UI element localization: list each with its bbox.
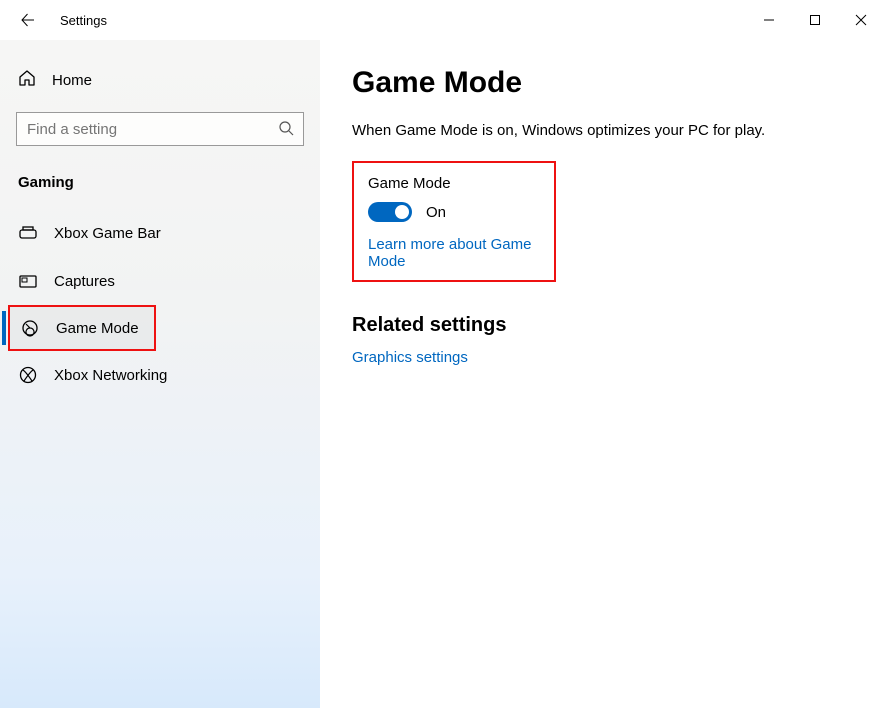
titlebar: Settings xyxy=(0,0,884,40)
home-label: Home xyxy=(52,72,92,89)
search-icon xyxy=(278,120,294,141)
close-button[interactable] xyxy=(838,4,884,36)
game-mode-label: Game Mode xyxy=(368,175,540,192)
sidebar-item-label: Xbox Game Bar xyxy=(54,225,161,242)
window-title: Settings xyxy=(60,13,107,28)
graphics-settings-link[interactable]: Graphics settings xyxy=(352,349,852,366)
close-icon xyxy=(855,14,867,26)
sidebar-item-label: Xbox Networking xyxy=(54,367,167,384)
game-mode-icon xyxy=(20,318,40,338)
search-container xyxy=(16,112,304,146)
category-heading: Gaming xyxy=(0,164,320,209)
window-controls xyxy=(746,4,884,36)
maximize-button[interactable] xyxy=(792,4,838,36)
page-title: Game Mode xyxy=(352,66,852,100)
back-button[interactable] xyxy=(16,8,40,32)
learn-more-link[interactable]: Learn more about Game Mode xyxy=(368,236,540,270)
highlight-game-mode-nav: Game Mode xyxy=(8,305,156,351)
home-icon xyxy=(18,69,36,92)
sidebar-item-xbox-game-bar[interactable]: Xbox Game Bar xyxy=(0,209,320,257)
game-mode-toggle-row: On xyxy=(368,202,540,222)
main-content: Game Mode When Game Mode is on, Windows … xyxy=(320,40,884,708)
game-mode-toggle[interactable] xyxy=(368,202,412,222)
arrow-left-icon xyxy=(20,12,36,28)
search-input[interactable] xyxy=(16,112,304,146)
sidebar-item-label: Game Mode xyxy=(56,320,139,337)
sidebar-item-xbox-networking[interactable]: Xbox Networking xyxy=(0,351,320,399)
sidebar-item-label: Captures xyxy=(54,273,115,290)
sidebar-item-captures[interactable]: Captures xyxy=(0,257,320,305)
page-description: When Game Mode is on, Windows optimizes … xyxy=(352,122,852,139)
game-bar-icon xyxy=(18,223,38,243)
captures-icon xyxy=(18,271,38,291)
sidebar-item-game-mode[interactable]: Game Mode xyxy=(10,307,154,349)
game-mode-state: On xyxy=(426,204,446,221)
maximize-icon xyxy=(809,14,821,26)
highlight-game-mode-setting: Game Mode On Learn more about Game Mode xyxy=(352,161,556,282)
minimize-button[interactable] xyxy=(746,4,792,36)
xbox-icon xyxy=(18,365,38,385)
home-nav[interactable]: Home xyxy=(0,60,320,100)
sidebar: Home Gaming Xbox Game Bar Captures xyxy=(0,40,320,708)
related-heading: Related settings xyxy=(352,314,852,337)
minimize-icon xyxy=(763,14,775,26)
toggle-knob xyxy=(395,205,409,219)
